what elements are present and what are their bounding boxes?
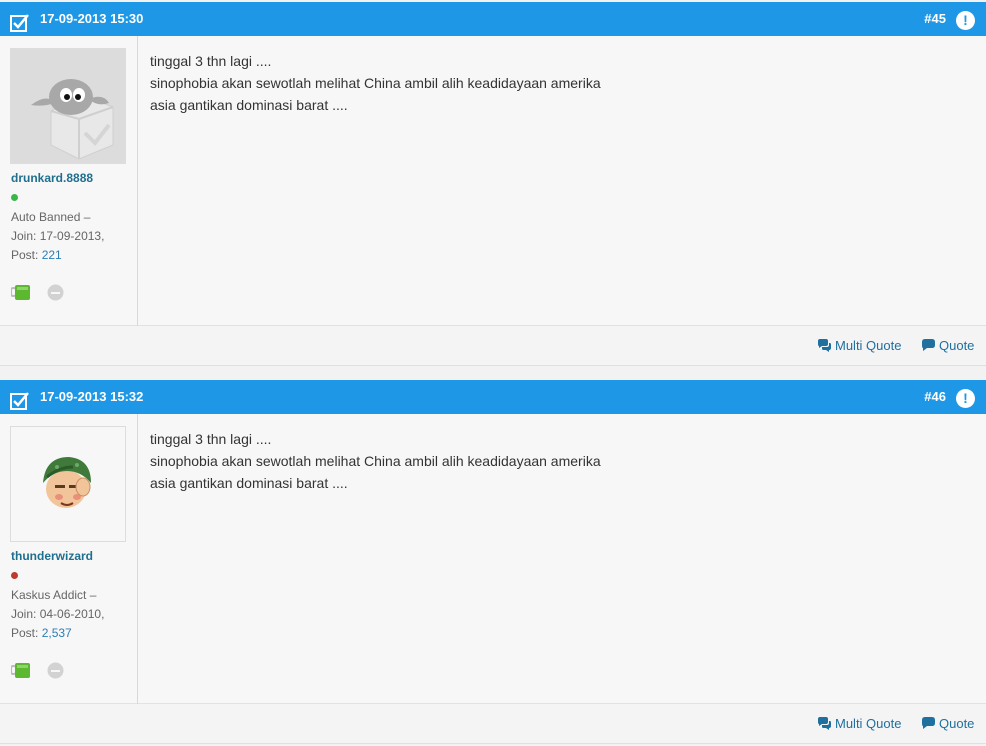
username[interactable]: drunkard.8888: [11, 171, 93, 185]
quote-icon: [922, 339, 935, 351]
reputation-neutral-icon[interactable]: [47, 284, 64, 301]
multi-quote-icon: [818, 717, 831, 730]
post: 17-09-2013 15:30 #45 ! drunkard.8888 Aut…: [0, 2, 986, 366]
post-header: 17-09-2013 15:30 #45 !: [0, 2, 986, 36]
join-date: 17-09-2013,: [39, 229, 105, 243]
reputation-neutral-icon[interactable]: [47, 662, 64, 679]
quote-label: Quote: [939, 716, 975, 731]
report-icon[interactable]: !: [956, 389, 975, 408]
post-number[interactable]: #45: [924, 11, 946, 26]
post-date: 17-09-2013 15:32: [40, 389, 144, 404]
cup-icon[interactable]: [11, 663, 31, 678]
multi-quote-label: Multi Quote: [835, 716, 902, 731]
post-body: drunkard.8888 Auto Banned – Join: 17-09-…: [0, 36, 986, 326]
join-label: Join:: [11, 229, 37, 243]
join-label: Join:: [11, 607, 37, 621]
avatar[interactable]: [10, 426, 126, 542]
post-line: tinggal 3 thn lagi ....: [150, 431, 272, 447]
user-meta: Auto Banned – Join: 17-09-2013, Post: 22…: [11, 210, 105, 262]
post-header: 17-09-2013 15:32 #46 !: [0, 380, 986, 414]
online-status-dot: [11, 194, 18, 201]
multi-quote-label: Multi Quote: [835, 338, 902, 353]
quote-button[interactable]: Quote: [921, 338, 974, 353]
post-line: tinggal 3 thn lagi ....: [150, 53, 272, 69]
soldier-avatar-icon: [11, 427, 125, 541]
join-date: 04-06-2010,: [39, 607, 105, 621]
post-body: thunderwizard Kaskus Addict – Join: 04-0…: [0, 414, 986, 704]
user-meta: Kaskus Addict – Join: 04-06-2010, Post: …: [11, 588, 105, 640]
post-line: sinophobia akan sewotlah melihat China a…: [150, 75, 601, 91]
checkbox-icon[interactable]: [10, 391, 29, 410]
post-date: 17-09-2013 15:30: [40, 11, 144, 26]
default-avatar-icon: [11, 49, 125, 163]
post-line: asia gantikan dominasi barat ....: [150, 475, 348, 491]
multi-quote-button[interactable]: Multi Quote: [817, 716, 901, 731]
username[interactable]: thunderwizard: [11, 549, 93, 563]
quote-button[interactable]: Quote: [921, 716, 974, 731]
quote-label: Quote: [939, 338, 975, 353]
avatar[interactable]: [10, 48, 126, 164]
post-count[interactable]: 2,537: [42, 626, 72, 640]
post-footer: Multi Quote Quote: [0, 326, 986, 366]
post-label: Post:: [11, 626, 39, 640]
post-label: Post:: [11, 248, 39, 262]
user-panel: thunderwizard Kaskus Addict – Join: 04-0…: [0, 414, 138, 704]
cup-icon[interactable]: [11, 285, 31, 300]
post-line: sinophobia akan sewotlah melihat China a…: [150, 453, 601, 469]
post-content: tinggal 3 thn lagi .... sinophobia akan …: [150, 50, 601, 116]
post-content: tinggal 3 thn lagi .... sinophobia akan …: [150, 428, 601, 494]
report-icon[interactable]: !: [956, 11, 975, 30]
user-rank: Kaskus Addict: [11, 588, 87, 602]
checkbox-icon[interactable]: [10, 13, 29, 32]
offline-status-dot: [11, 572, 18, 579]
post: 17-09-2013 15:32 #46 ! thunderwizard Kas…: [0, 380, 986, 744]
post-number[interactable]: #46: [924, 389, 946, 404]
user-panel: drunkard.8888 Auto Banned – Join: 17-09-…: [0, 36, 138, 326]
multi-quote-button[interactable]: Multi Quote: [817, 338, 901, 353]
quote-icon: [922, 717, 935, 729]
post-count[interactable]: 221: [42, 248, 62, 262]
post-line: asia gantikan dominasi barat ....: [150, 97, 348, 113]
multi-quote-icon: [818, 339, 831, 352]
user-rank: Auto Banned: [11, 210, 81, 224]
post-footer: Multi Quote Quote: [0, 704, 986, 744]
